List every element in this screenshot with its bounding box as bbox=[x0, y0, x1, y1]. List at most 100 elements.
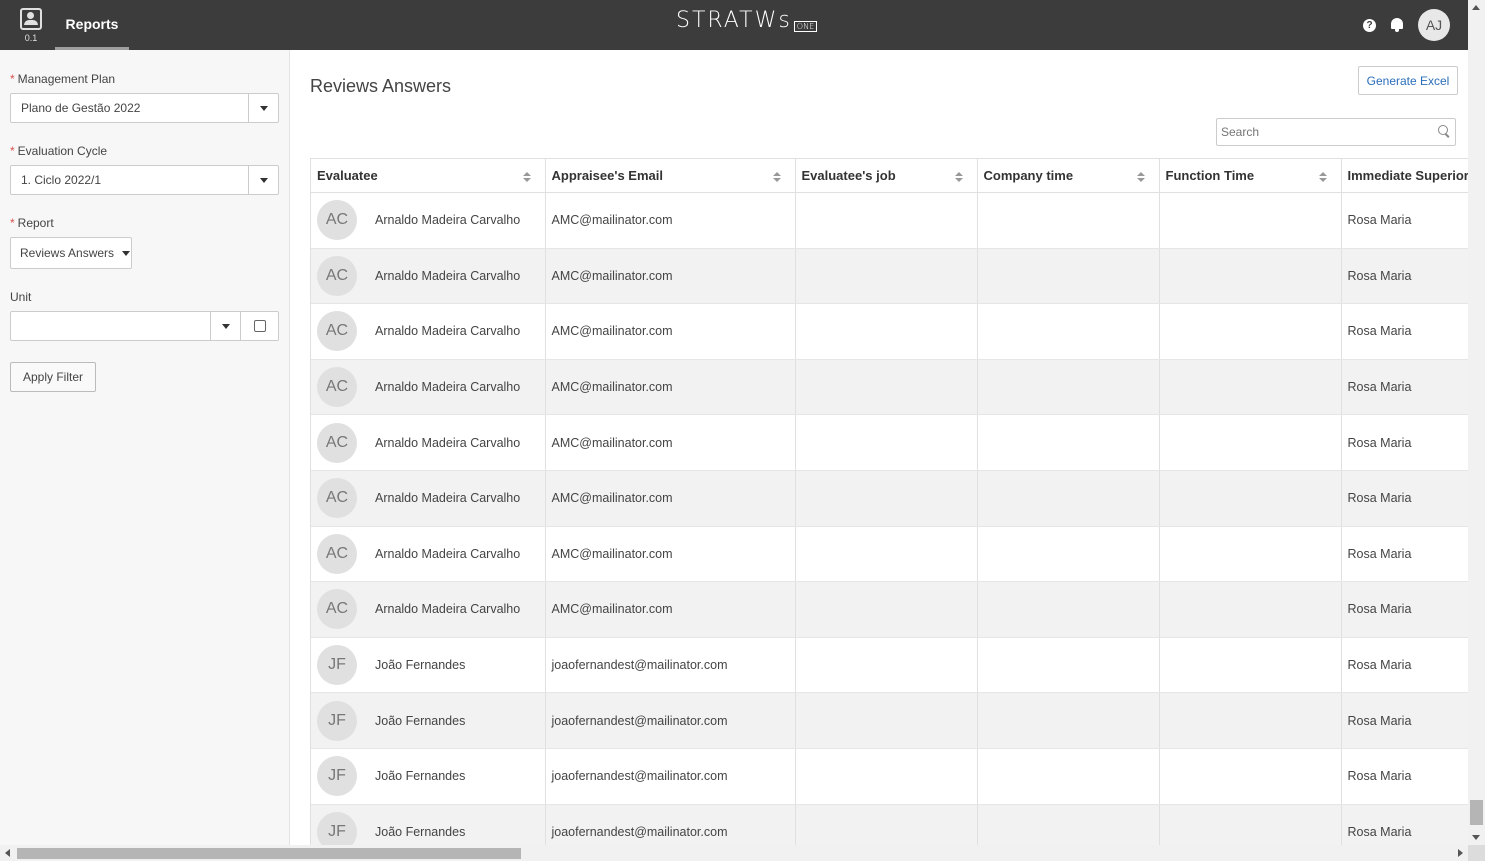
sort-icon[interactable] bbox=[522, 172, 531, 182]
function-time-cell bbox=[1159, 637, 1342, 694]
search-input[interactable] bbox=[1217, 125, 1435, 139]
report-label: * Report bbox=[10, 216, 54, 230]
search-box bbox=[1216, 118, 1456, 146]
table-row[interactable]: AC Arnaldo Madeira Carvalho AMC@mailinator… bbox=[311, 248, 1468, 305]
user-avatar[interactable]: AJ bbox=[1418, 9, 1450, 41]
evaluatee-name: João Fernandes bbox=[375, 658, 466, 673]
apply-filter-button[interactable]: Apply Filter bbox=[10, 362, 96, 392]
company-time-cell bbox=[977, 248, 1160, 305]
evaluatee-name: Arnaldo Madeira Carvalho bbox=[375, 380, 521, 395]
table-row[interactable]: AC Arnaldo Madeira Carvalho AMC@mailinator… bbox=[311, 470, 1468, 527]
scroll-thumb[interactable] bbox=[17, 848, 521, 859]
table-row[interactable]: AC Arnaldo Madeira Carvalho AMC@mailinator… bbox=[311, 581, 1468, 638]
evaluatee-name: Arnaldo Madeira Carvalho bbox=[375, 602, 521, 617]
logo-suffix: ONE bbox=[793, 21, 818, 32]
notification-bell-icon[interactable] bbox=[1390, 17, 1404, 33]
company-time-cell bbox=[977, 526, 1160, 583]
column-header-function-time[interactable]: Function Time bbox=[1159, 158, 1342, 193]
chevron-down-icon bbox=[259, 177, 268, 183]
job-cell bbox=[795, 804, 978, 845]
contacts-icon bbox=[20, 8, 42, 30]
dropdown-toggle[interactable] bbox=[248, 94, 278, 122]
column-header-email[interactable]: Appraisee's Email bbox=[545, 158, 796, 193]
management-plan-select[interactable]: Plano de Gestão 2022 bbox=[10, 93, 279, 123]
header-label: Evaluatee's job bbox=[801, 168, 896, 183]
label-text: Management Plan bbox=[17, 72, 116, 86]
evaluatee-name: João Fernandes bbox=[375, 824, 466, 839]
vertical-scrollbar[interactable] bbox=[1468, 0, 1485, 845]
superior-cell: Rosa Maria bbox=[1341, 248, 1468, 305]
evaluatee-cell: AC Arnaldo Madeira Carvalho bbox=[311, 414, 546, 471]
email-cell: joaofernandest@mailinator.com bbox=[545, 748, 796, 805]
evaluatee-cell: JF João Fernandes bbox=[311, 804, 546, 845]
table-row[interactable]: AC Arnaldo Madeira Carvalho AMC@mailinator… bbox=[311, 192, 1468, 249]
column-header-company-time[interactable]: Company time bbox=[977, 158, 1160, 193]
column-header-immediate-superior[interactable]: Immediate Superior bbox=[1341, 158, 1468, 193]
scroll-thumb[interactable] bbox=[1470, 800, 1483, 825]
function-time-cell bbox=[1159, 248, 1342, 305]
table-row[interactable]: AC Arnaldo Madeira Carvalho AMC@mailinator… bbox=[311, 303, 1468, 360]
help-icon[interactable]: ? bbox=[1363, 18, 1376, 32]
evaluation-cycle-select[interactable]: 1. Ciclo 2022/1 bbox=[10, 165, 279, 195]
table-row[interactable]: AC Arnaldo Madeira Carvalho AMC@mailinator… bbox=[311, 526, 1468, 583]
sort-icon[interactable] bbox=[1318, 172, 1327, 182]
company-time-cell bbox=[977, 303, 1160, 360]
table-row[interactable]: JF João Fernandes joaofernandest@mailinato… bbox=[311, 637, 1468, 694]
table-row[interactable]: AC Arnaldo Madeira Carvalho AMC@mailinator… bbox=[311, 414, 1468, 471]
function-time-cell bbox=[1159, 692, 1342, 749]
search-icon[interactable] bbox=[1435, 122, 1455, 142]
report-dropdown[interactable]: Reviews Answers bbox=[10, 237, 132, 269]
unit-checkbox[interactable] bbox=[241, 311, 279, 341]
column-header-evaluatee[interactable]: Evaluatee bbox=[311, 158, 546, 193]
scroll-right-icon[interactable] bbox=[1458, 849, 1463, 857]
job-cell bbox=[795, 248, 978, 305]
generate-excel-button[interactable]: Generate Excel bbox=[1358, 66, 1458, 95]
avatar: AC bbox=[317, 255, 357, 296]
required-mark: * bbox=[10, 72, 15, 86]
table-row[interactable]: JF João Fernandes joaofernandest@mailinato… bbox=[311, 748, 1468, 805]
app-switcher-button[interactable]: 0.1 bbox=[19, 8, 43, 44]
chevron-down-icon bbox=[122, 250, 131, 256]
unit-input[interactable] bbox=[10, 311, 211, 341]
job-cell bbox=[795, 581, 978, 638]
column-header-job[interactable]: Evaluatee's job bbox=[795, 158, 978, 193]
evaluatee: JF João Fernandes bbox=[317, 645, 544, 686]
avatar: AC bbox=[317, 478, 357, 519]
evaluatee-cell: AC Arnaldo Madeira Carvalho bbox=[311, 248, 546, 305]
evaluatee: JF João Fernandes bbox=[317, 756, 544, 797]
select-value: 1. Ciclo 2022/1 bbox=[21, 173, 102, 187]
evaluatee-cell: AC Arnaldo Madeira Carvalho bbox=[311, 359, 546, 416]
table-row[interactable]: AC Arnaldo Madeira Carvalho AMC@mailinator… bbox=[311, 359, 1468, 416]
dropdown-toggle[interactable] bbox=[248, 166, 278, 194]
evaluatee-name: Arnaldo Madeira Carvalho bbox=[375, 491, 521, 506]
superior-cell: Rosa Maria bbox=[1341, 303, 1468, 360]
avatar: AC bbox=[317, 422, 357, 463]
scroll-down-icon[interactable] bbox=[1472, 835, 1480, 840]
evaluation-cycle-label: * Evaluation Cycle bbox=[10, 144, 107, 158]
sort-icon[interactable] bbox=[772, 172, 781, 182]
superior-cell: Rosa Maria bbox=[1341, 692, 1468, 749]
table-body: AC Arnaldo Madeira Carvalho AMC@mailinator… bbox=[311, 192, 1468, 845]
evaluatee: AC Arnaldo Madeira Carvalho bbox=[317, 367, 544, 408]
email-cell: joaofernandest@mailinator.com bbox=[545, 637, 796, 694]
function-time-cell bbox=[1159, 804, 1342, 845]
superior-cell: Rosa Maria bbox=[1341, 526, 1468, 583]
top-bar: 0.1 Reports STRATWs ONE ? AJ bbox=[0, 0, 1468, 50]
sort-icon[interactable] bbox=[1136, 172, 1145, 182]
avatar: JF bbox=[317, 756, 357, 797]
function-time-cell bbox=[1159, 581, 1342, 638]
job-cell bbox=[795, 192, 978, 249]
table-row[interactable]: JF João Fernandes joaofernandest@mailinato… bbox=[311, 804, 1468, 845]
nav-reports-tab[interactable]: Reports bbox=[55, 0, 129, 50]
job-cell bbox=[795, 692, 978, 749]
email-cell: joaofernandest@mailinator.com bbox=[545, 804, 796, 845]
sort-icon[interactable] bbox=[954, 172, 963, 182]
scroll-up-icon[interactable] bbox=[1472, 5, 1480, 10]
page-title: Reviews Answers bbox=[310, 76, 452, 96]
unit-dropdown-toggle[interactable] bbox=[211, 311, 241, 341]
horizontal-scrollbar[interactable] bbox=[0, 845, 1468, 861]
scroll-left-icon[interactable] bbox=[5, 849, 10, 857]
table-row[interactable]: JF João Fernandes joaofernandest@mailinato… bbox=[311, 692, 1468, 749]
function-time-cell bbox=[1159, 192, 1342, 249]
chevron-down-icon bbox=[259, 105, 268, 111]
